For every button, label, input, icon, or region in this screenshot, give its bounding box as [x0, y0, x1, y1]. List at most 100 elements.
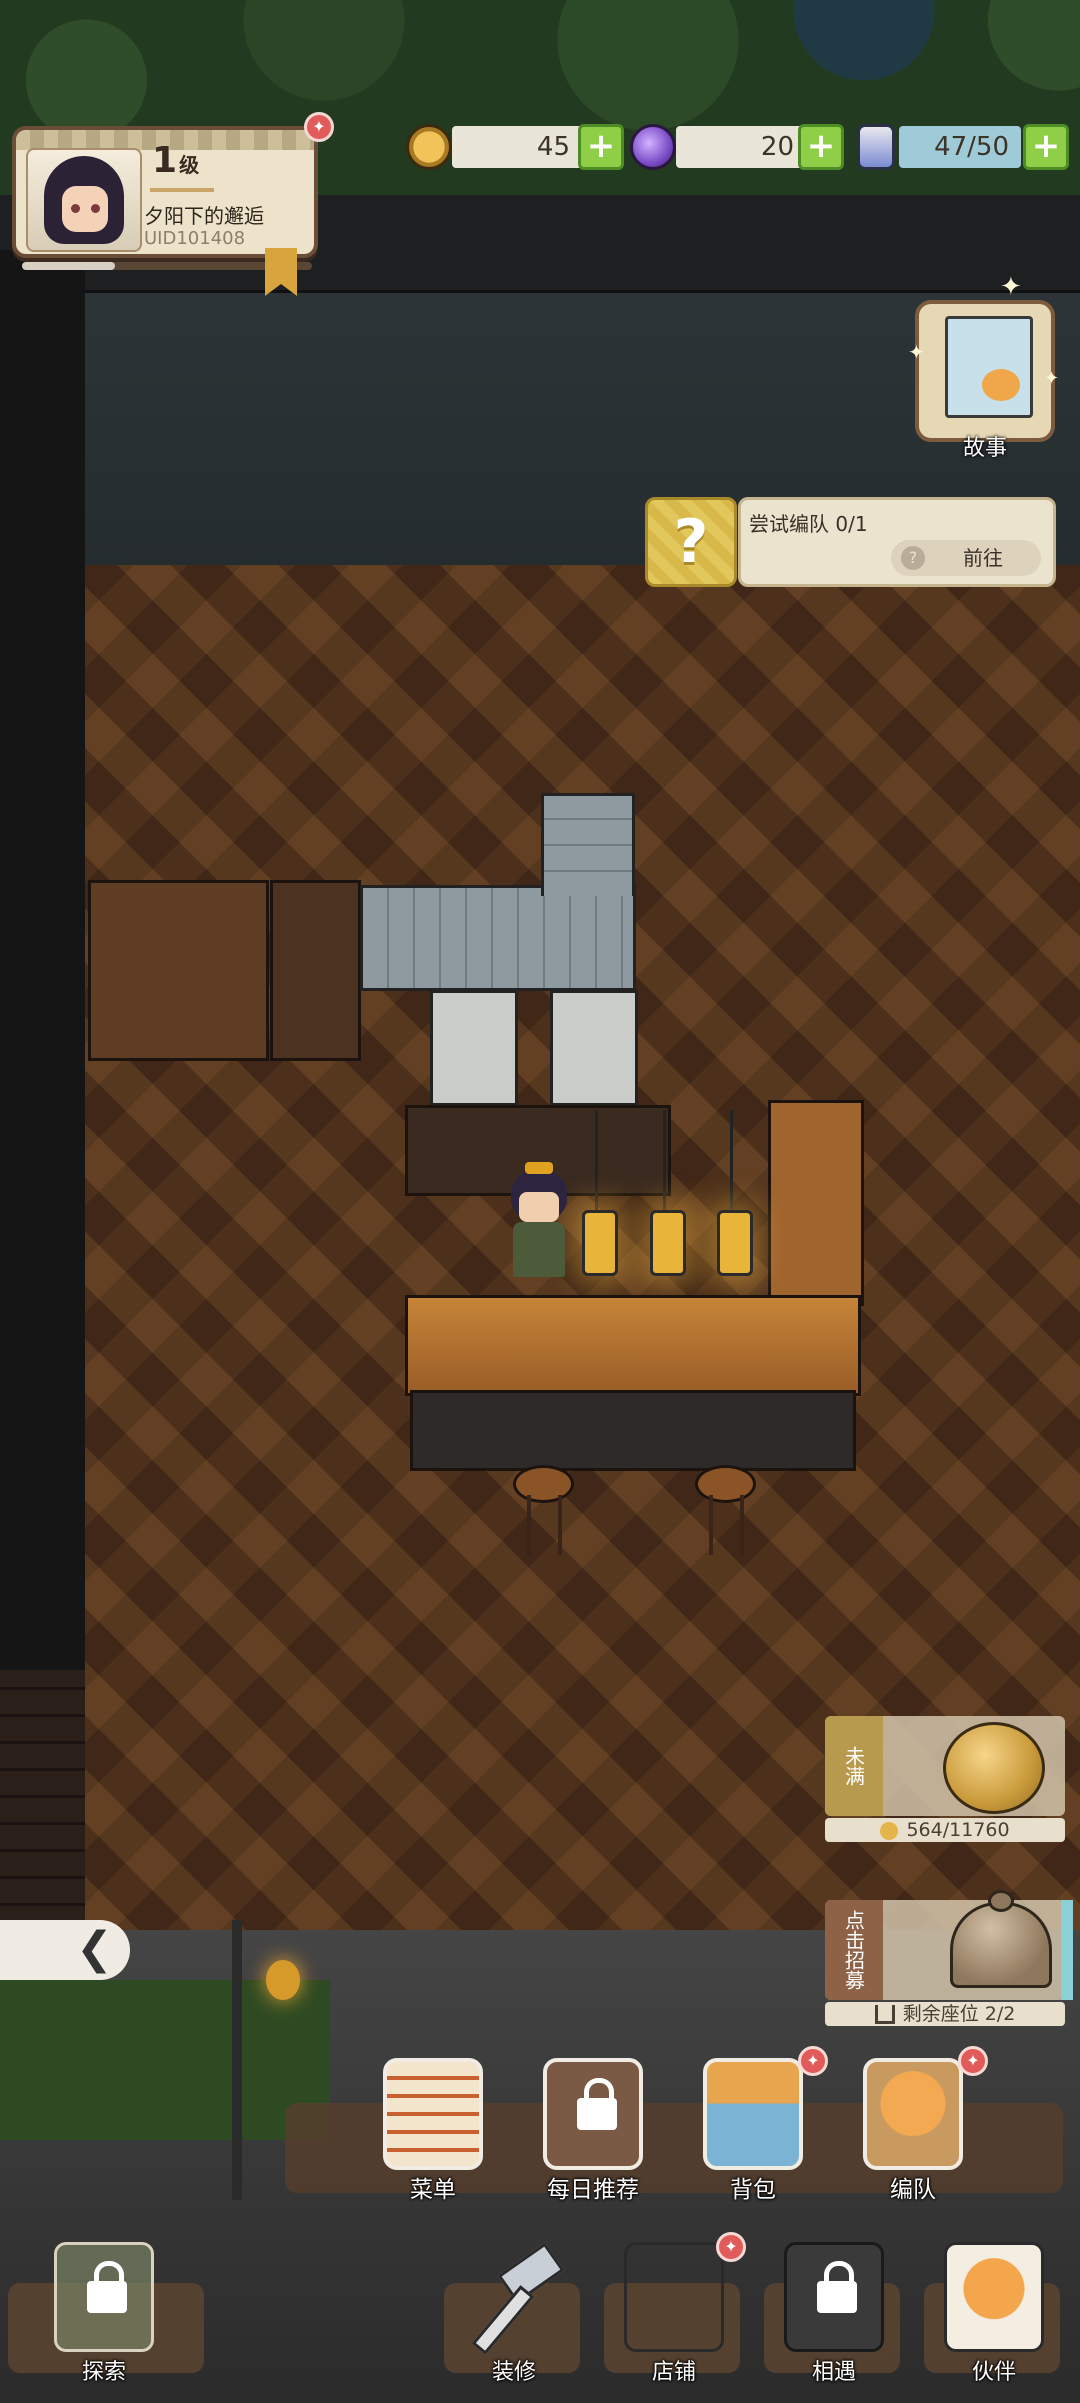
- cat-partner-icon: [944, 2242, 1044, 2352]
- recruit-panel[interactable]: 点击招募 剩余座位 2/2: [825, 1890, 1073, 2026]
- coin-icon: [880, 1821, 899, 1840]
- shop-storefront-icon: [624, 2242, 724, 2352]
- panel-accent-strip: [1061, 1900, 1073, 2000]
- quest-go-label: 前往: [963, 546, 1003, 570]
- lock-icon: [817, 2261, 857, 2313]
- quest-question-icon[interactable]: ?: [645, 497, 737, 587]
- nav-explore-label: 探索: [81, 2360, 126, 2385]
- service-bell-icon: [950, 1890, 1052, 2000]
- menu-label: 菜单: [410, 2177, 456, 2203]
- nav-shop[interactable]: 店铺: [618, 2242, 730, 2385]
- barista-bow: [525, 1162, 553, 1174]
- daily-recommend-icon: [543, 2058, 643, 2170]
- menu-button[interactable]: 菜单: [377, 2058, 489, 2203]
- nav-partners[interactable]: 伙伴: [938, 2242, 1050, 2385]
- barista-body: [513, 1222, 565, 1277]
- team-formation-button[interactable]: 编队: [857, 2058, 969, 2203]
- hammer-handle: [471, 2285, 535, 2355]
- explore-icon: [54, 2242, 154, 2352]
- nav-encounter-label: 相遇: [811, 2360, 856, 2385]
- coin-icon: [406, 124, 452, 170]
- nav-explore[interactable]: 探索: [48, 2242, 160, 2385]
- wooden-pillar-shelf[interactable]: [768, 1100, 864, 1306]
- notification-badge: ✦: [304, 112, 334, 142]
- gold-coin-value: 45: [452, 126, 582, 168]
- help-icon: ?: [901, 546, 925, 570]
- nav-shop-label: 店铺: [651, 2360, 696, 2385]
- bar-counter-front: [410, 1390, 856, 1471]
- menu-book-icon: [383, 2058, 483, 2170]
- nav-decorate-label: 装修: [491, 2360, 536, 2385]
- piggy-bank-panel[interactable]: 未满 564/11760: [825, 1716, 1065, 1842]
- gem-value: 20: [676, 126, 806, 168]
- daily-recommend-button[interactable]: 每日推荐: [537, 2058, 649, 2203]
- story-button[interactable]: 故事: [915, 300, 1055, 461]
- bar-counter[interactable]: [405, 1295, 861, 1396]
- tiled-counter-corner[interactable]: [541, 793, 635, 896]
- hanging-lantern: [715, 1110, 753, 1280]
- coffee-bean-crate[interactable]: [270, 880, 361, 1061]
- coffee-side-table[interactable]: [88, 880, 269, 1061]
- street-lamp: [232, 1920, 300, 2200]
- chair-icon: [874, 2005, 895, 2024]
- tiled-counter[interactable]: [360, 885, 636, 991]
- purple-gem-icon: [630, 124, 676, 170]
- savings-progress-text: 564/11760: [906, 1819, 1010, 1841]
- quest-go-button[interactable]: ? 前往: [891, 540, 1041, 576]
- collapse-arrow-button[interactable]: ❮: [0, 1920, 130, 1980]
- bar-stool[interactable]: [513, 1465, 574, 1555]
- grass-patch: [0, 1980, 330, 2140]
- hanging-lantern: [580, 1110, 618, 1280]
- remaining-seats: 剩余座位 2/2: [825, 2002, 1065, 2026]
- add-gold-button[interactable]: +: [578, 124, 624, 170]
- barista-character[interactable]: [505, 1162, 573, 1290]
- level-unit: 级: [179, 153, 200, 177]
- sparkle-icon: ✦: [908, 340, 925, 364]
- daily-recommend-label: 每日推荐: [547, 2177, 639, 2203]
- level-number: 1: [152, 140, 178, 181]
- player-name: 夕阳下的邂逅: [144, 204, 264, 228]
- barista-face: [519, 1192, 559, 1222]
- backpack-label: 背包: [730, 2177, 776, 2203]
- espresso-machine[interactable]: [430, 990, 518, 1106]
- notification-badge: ✦: [958, 2046, 988, 2076]
- add-stamina-button[interactable]: +: [1023, 124, 1069, 170]
- recruit-tag: 点击招募: [825, 1900, 883, 2000]
- team-formation-label: 编队: [890, 2177, 936, 2203]
- savings-progress: 564/11760: [825, 1818, 1065, 1842]
- avatar-face: [62, 186, 108, 232]
- story-book-icon: [945, 316, 1033, 418]
- add-gem-button[interactable]: +: [798, 124, 844, 170]
- player-uid: UID101408: [144, 228, 246, 249]
- player-level: 1级: [152, 140, 199, 181]
- player-profile-card[interactable]: 1级 夕阳下的邂逅 UID101408: [12, 126, 318, 258]
- nav-decorate[interactable]: 装修: [458, 2242, 570, 2385]
- notification-badge: ✦: [798, 2046, 828, 2076]
- level-underline: [150, 188, 214, 192]
- potion-bottle-icon: [857, 124, 895, 170]
- nav-encounter[interactable]: 相遇: [778, 2242, 890, 2385]
- hanging-lantern: [648, 1110, 686, 1280]
- xp-progress-fill: [22, 262, 115, 270]
- quest-panel[interactable]: 尝试编队 0/1 ? 前往: [738, 497, 1056, 587]
- sparkle-icon: ✦: [1000, 272, 1022, 302]
- avatar-eye: [71, 204, 80, 213]
- story-label: 故事: [962, 436, 1007, 461]
- stamina-value: 47/50: [899, 126, 1021, 168]
- piggy-bank-icon: [943, 1722, 1045, 1814]
- brick-wall: [0, 1670, 85, 1930]
- backpack-icon: [703, 2058, 803, 2170]
- espresso-machine[interactable]: [550, 990, 638, 1106]
- remaining-seats-text: 剩余座位 2/2: [902, 2003, 1016, 2025]
- lock-icon: [87, 2261, 127, 2313]
- bar-stool[interactable]: [695, 1465, 756, 1555]
- hammer-icon: [464, 2242, 565, 2355]
- player-avatar[interactable]: [26, 148, 142, 252]
- nav-partners-label: 伙伴: [971, 2360, 1016, 2385]
- quest-title: 尝试编队 0/1: [749, 512, 868, 536]
- left-wall: [0, 250, 85, 1930]
- encounter-icon: [784, 2242, 884, 2352]
- cat-team-icon: [863, 2058, 963, 2170]
- avatar-eye: [91, 204, 100, 213]
- backpack-button[interactable]: 背包: [697, 2058, 809, 2203]
